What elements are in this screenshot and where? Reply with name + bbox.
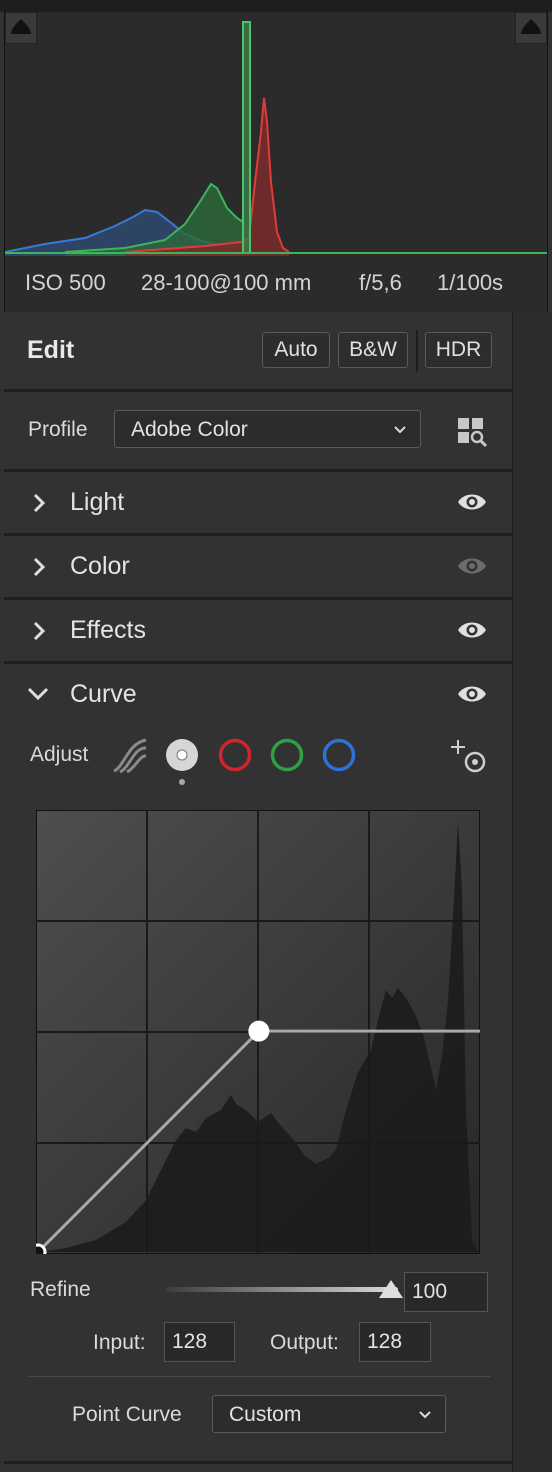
chevron-down-icon xyxy=(415,1402,435,1432)
point-curve-label: Point Curve xyxy=(72,1403,182,1426)
chevron-right-icon xyxy=(28,491,48,520)
highlight-clipping-toggle[interactable] xyxy=(515,12,547,44)
tone-curve-canvas[interactable] xyxy=(29,809,481,1261)
visibility-eye-icon[interactable] xyxy=(456,489,488,520)
exif-lens: 28-100@100 mm xyxy=(141,270,312,295)
clipping-warning-icon xyxy=(521,19,541,34)
refine-slider-track xyxy=(166,1287,398,1292)
edit-title: Edit xyxy=(27,336,75,364)
chevron-down-icon xyxy=(26,684,50,709)
curve-control-point[interactable] xyxy=(248,1020,270,1042)
curve-divider xyxy=(28,1376,490,1377)
section-light[interactable]: Light xyxy=(4,472,512,536)
refine-slider[interactable] xyxy=(166,1274,404,1304)
toolbar-divider xyxy=(416,330,418,372)
output-label: Output: xyxy=(270,1331,339,1354)
chevron-down-icon xyxy=(390,417,410,447)
exif-aperture: f/5,6 xyxy=(359,270,402,295)
section-color[interactable]: Color xyxy=(4,536,512,600)
section-light-title: Light xyxy=(70,488,125,516)
histogram-graph xyxy=(5,21,547,256)
refine-value-field[interactable]: 100 xyxy=(404,1272,488,1312)
visibility-eye-icon[interactable] xyxy=(456,681,488,712)
shadow-clipping-toggle[interactable] xyxy=(5,12,37,44)
point-curve-dropdown[interactable]: Custom xyxy=(212,1395,446,1433)
visibility-eye-icon[interactable] xyxy=(456,553,488,584)
bw-button[interactable]: B&W xyxy=(338,332,408,368)
targeted-adjustment-icon[interactable] xyxy=(448,738,488,783)
visibility-eye-icon[interactable] xyxy=(456,617,488,648)
section-curve-header[interactable]: Curve xyxy=(4,664,512,728)
point-curve-value: Custom xyxy=(229,1403,302,1426)
exif-iso: ISO 500 xyxy=(25,270,106,295)
chevron-right-icon xyxy=(28,555,48,584)
section-curve-title: Curve xyxy=(70,680,137,708)
point-curve-channel-icon[interactable] xyxy=(164,737,204,792)
refine-slider-thumb[interactable] xyxy=(377,1278,405,1300)
profile-browser-icon[interactable] xyxy=(456,416,490,453)
chevron-right-icon xyxy=(28,619,48,648)
curve-control-point[interactable] xyxy=(29,1243,47,1261)
profile-value: Adobe Color xyxy=(131,418,248,441)
refine-label: Refine xyxy=(30,1278,91,1301)
output-value-field[interactable]: 128 xyxy=(359,1322,431,1362)
blue-channel-icon[interactable] xyxy=(322,737,358,778)
tone-curve-graph[interactable] xyxy=(29,809,481,1261)
auto-button[interactable]: Auto xyxy=(262,332,330,368)
input-value-field[interactable]: 128 xyxy=(164,1322,235,1362)
exif-shutter: 1/100s xyxy=(437,270,504,295)
profile-dropdown[interactable]: Adobe Color xyxy=(114,410,421,448)
section-effects-title: Effects xyxy=(70,616,146,644)
section-curve: Curve Adjust Refine 100 Input: 128 Outpu… xyxy=(4,664,512,1464)
section-color-title: Color xyxy=(70,552,130,580)
hdr-button[interactable]: HDR xyxy=(425,332,492,368)
panel-scrollbar-track[interactable] xyxy=(512,312,552,1472)
input-label: Input: xyxy=(93,1331,146,1354)
panel-top-border xyxy=(0,0,552,12)
green-channel-icon[interactable] xyxy=(270,737,306,778)
red-channel-icon[interactable] xyxy=(218,737,254,778)
exif-info-bar: ISO 500 28-100@100 mm f/5,6 1/100s xyxy=(4,256,548,312)
profile-row: Profile Adobe Color xyxy=(4,392,512,472)
section-effects[interactable]: Effects xyxy=(4,600,512,664)
adjust-label: Adjust xyxy=(30,743,89,766)
profile-label: Profile xyxy=(28,418,88,441)
parametric-curve-icon[interactable] xyxy=(110,737,150,780)
edit-header: Edit Auto B&W HDR xyxy=(4,312,512,392)
histogram xyxy=(4,12,548,256)
clipping-warning-icon xyxy=(11,19,31,34)
